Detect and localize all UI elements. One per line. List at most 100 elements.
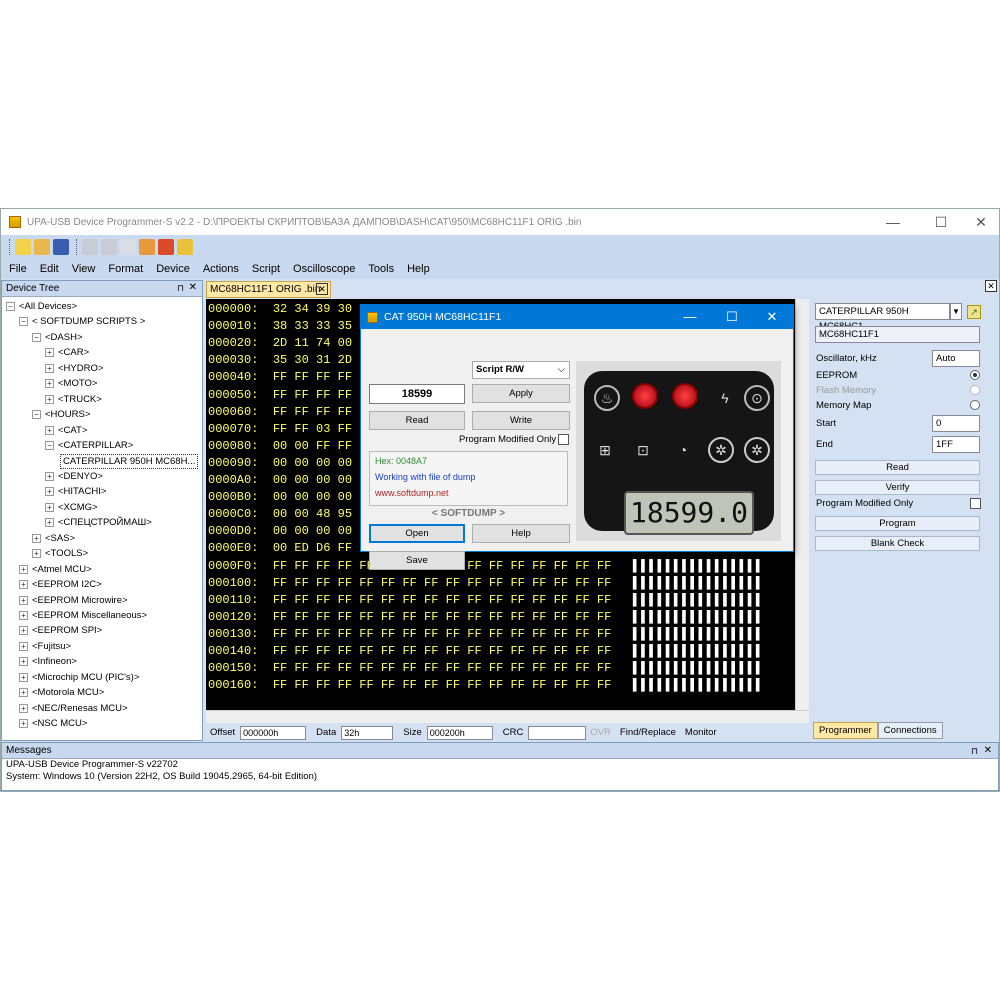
- open-button[interactable]: Open: [369, 524, 465, 543]
- verify-button[interactable]: Verify: [815, 480, 980, 495]
- hex-bytes[interactable]: 00 00 00 00: [273, 524, 352, 538]
- hex-bytes[interactable]: FF FF 03 FF: [273, 422, 352, 436]
- script-icon[interactable]: [177, 239, 193, 255]
- hex-row[interactable]: 000130: FF FF FF FF FF FF FF FF FF FF FF…: [208, 626, 764, 643]
- panel-close-icon[interactable]: ✕: [985, 280, 997, 292]
- hex-row[interactable]: 000000: 32 34 39 30: [208, 301, 374, 318]
- hex-row[interactable]: 000010: 38 33 33 35: [208, 318, 374, 335]
- expand-icon[interactable]: +: [32, 533, 41, 543]
- tab-connections[interactable]: Connections: [877, 722, 943, 739]
- menu-format[interactable]: Format: [108, 263, 143, 275]
- tree-node[interactable]: + <XCMG>: [45, 500, 98, 515]
- menu-file[interactable]: File: [9, 263, 27, 275]
- expand-icon[interactable]: +: [19, 564, 28, 574]
- menu-view[interactable]: View: [72, 263, 96, 275]
- hex-row[interactable]: 0000A0: 00 00 00 00: [208, 472, 374, 489]
- website-link[interactable]: www.softdump.net: [375, 487, 567, 500]
- hex-row[interactable]: 0000F0: FF FF FF FF FF FF FF FF FF FF FF…: [208, 558, 764, 575]
- eeprom-radio[interactable]: [970, 370, 980, 380]
- tree-node[interactable]: + <CAT>: [45, 423, 87, 438]
- load-device-icon[interactable]: ↗: [967, 305, 981, 319]
- save-disk-icon[interactable]: [53, 239, 69, 255]
- hex-bytes[interactable]: 32 34 39 30: [273, 302, 352, 316]
- hex-row[interactable]: 000120: FF FF FF FF FF FF FF FF FF FF FF…: [208, 609, 764, 626]
- script-mode-select[interactable]: Script R/W ⌵: [472, 361, 570, 379]
- hex-row[interactable]: 000060: FF FF FF FF: [208, 404, 374, 421]
- monitor-link[interactable]: Monitor: [685, 727, 717, 738]
- hex-bytes[interactable]: 00 00 00 00: [273, 473, 352, 487]
- expand-icon[interactable]: +: [19, 688, 28, 698]
- close-button[interactable]: ✕: [961, 209, 999, 235]
- hex-row[interactable]: 0000E0: 00 ED D6 FF: [208, 540, 374, 557]
- dialog-close-button[interactable]: ✕: [753, 305, 791, 329]
- tree-node[interactable]: + <Fujitsu>: [19, 639, 71, 654]
- collapse-icon[interactable]: −: [32, 410, 41, 420]
- save-button[interactable]: Save: [369, 551, 465, 570]
- chevron-down-icon[interactable]: ▼: [950, 303, 962, 320]
- expand-icon[interactable]: +: [45, 379, 54, 389]
- hex-bytes[interactable]: FF FF FF FF: [273, 388, 352, 402]
- expand-icon[interactable]: +: [45, 394, 54, 404]
- tree-node[interactable]: − <HOURS>: [32, 407, 90, 422]
- flash-memory-radio[interactable]: [970, 385, 980, 395]
- tree-node[interactable]: + <Motorola MCU>: [19, 685, 104, 700]
- expand-icon[interactable]: +: [19, 626, 28, 636]
- hex-bytes[interactable]: FF FF FF FF FF FF FF FF FF FF FF FF FF F…: [273, 678, 611, 692]
- tree-node[interactable]: + <Microchip MCU (PIC's)>: [19, 670, 139, 685]
- expand-icon[interactable]: +: [19, 672, 28, 682]
- offset-field[interactable]: 000000h: [240, 725, 307, 740]
- write-button[interactable]: Write: [472, 411, 570, 430]
- tree-node[interactable]: + <TRUCK>: [45, 392, 102, 407]
- tree-node[interactable]: − <All Devices>: [6, 299, 77, 314]
- cut-icon[interactable]: [82, 239, 98, 255]
- new-icon[interactable]: [15, 239, 31, 255]
- hex-bytes[interactable]: FF FF FF FF FF FF FF FF FF FF FF FF FF F…: [273, 593, 611, 607]
- hex-row[interactable]: 000150: FF FF FF FF FF FF FF FF FF FF FF…: [208, 660, 764, 677]
- hex-bytes[interactable]: FF FF FF FF FF FF FF FF FF FF FF FF FF F…: [273, 576, 611, 590]
- tree-node[interactable]: CATERPILLAR 950H MC68H...: [60, 453, 199, 469]
- hex-row[interactable]: 000140: FF FF FF FF FF FF FF FF FF FF FF…: [208, 643, 764, 660]
- tree-node[interactable]: − <CATERPILLAR>: [45, 438, 133, 453]
- expand-icon[interactable]: +: [19, 611, 28, 620]
- minimize-button[interactable]: —: [873, 209, 913, 235]
- tree-node[interactable]: + <SAS>: [32, 531, 75, 546]
- program-modified-only-checkbox[interactable]: [970, 498, 981, 509]
- tree-node[interactable]: + <EEPROM Miscellaneous>: [19, 608, 147, 623]
- collapse-icon[interactable]: −: [19, 317, 28, 327]
- tree-node[interactable]: + <HYDRO>: [45, 361, 103, 376]
- tree-node[interactable]: − < SOFTDUMP SCRIPTS >: [19, 314, 145, 329]
- menu-edit[interactable]: Edit: [40, 263, 59, 275]
- document-tab[interactable]: MC68HC11F1 ORIG .bin ✕: [206, 281, 331, 298]
- tree-node[interactable]: + <NEC/Renesas MCU>: [19, 701, 128, 716]
- collapse-icon[interactable]: −: [32, 332, 41, 342]
- device-tree[interactable]: − <All Devices> − < SOFTDUMP SCRIPTS > − <DAS…: [2, 297, 202, 740]
- dialog-minimize-button[interactable]: —: [671, 305, 709, 329]
- hex-row[interactable]: 000030: 35 30 31 2D: [208, 352, 374, 369]
- menu-oscilloscope[interactable]: Oscilloscope: [293, 263, 355, 275]
- hex-bytes[interactable]: 2D 11 74 00: [273, 336, 352, 350]
- apply-button[interactable]: Apply: [472, 384, 570, 403]
- vertical-scrollbar[interactable]: [795, 299, 809, 710]
- tree-node[interactable]: + <CAR>: [45, 345, 89, 360]
- open-folder-icon[interactable]: [34, 239, 50, 255]
- hex-row[interactable]: 000080: 00 00 FF FF: [208, 438, 374, 455]
- hex-bytes[interactable]: 00 00 00 00: [273, 490, 352, 504]
- blank-check-button[interactable]: Blank Check: [815, 536, 980, 551]
- hex-row[interactable]: 000050: FF FF FF FF: [208, 387, 374, 404]
- expand-icon[interactable]: +: [19, 657, 28, 667]
- hex-bytes[interactable]: FF FF FF FF FF FF FF FF FF FF FF FF FF F…: [273, 610, 611, 624]
- copy-icon[interactable]: [101, 239, 117, 255]
- read-button[interactable]: Read: [369, 411, 465, 430]
- hex-bytes[interactable]: 35 30 31 2D: [273, 353, 352, 367]
- tree-node[interactable]: + <NSC MCU>: [19, 716, 87, 731]
- hex-row[interactable]: 000160: FF FF FF FF FF FF FF FF FF FF FF…: [208, 677, 764, 694]
- expand-icon[interactable]: +: [45, 363, 54, 373]
- menu-tools[interactable]: Tools: [368, 263, 394, 275]
- expand-icon[interactable]: +: [32, 549, 41, 559]
- find-replace-link[interactable]: Find/Replace: [620, 727, 676, 738]
- hex-row[interactable]: 000100: FF FF FF FF FF FF FF FF FF FF FF…: [208, 575, 764, 592]
- tab-close-icon[interactable]: ✕: [316, 283, 328, 295]
- expand-icon[interactable]: +: [45, 348, 54, 358]
- menu-actions[interactable]: Actions: [203, 263, 239, 275]
- program-button[interactable]: Program: [815, 516, 980, 531]
